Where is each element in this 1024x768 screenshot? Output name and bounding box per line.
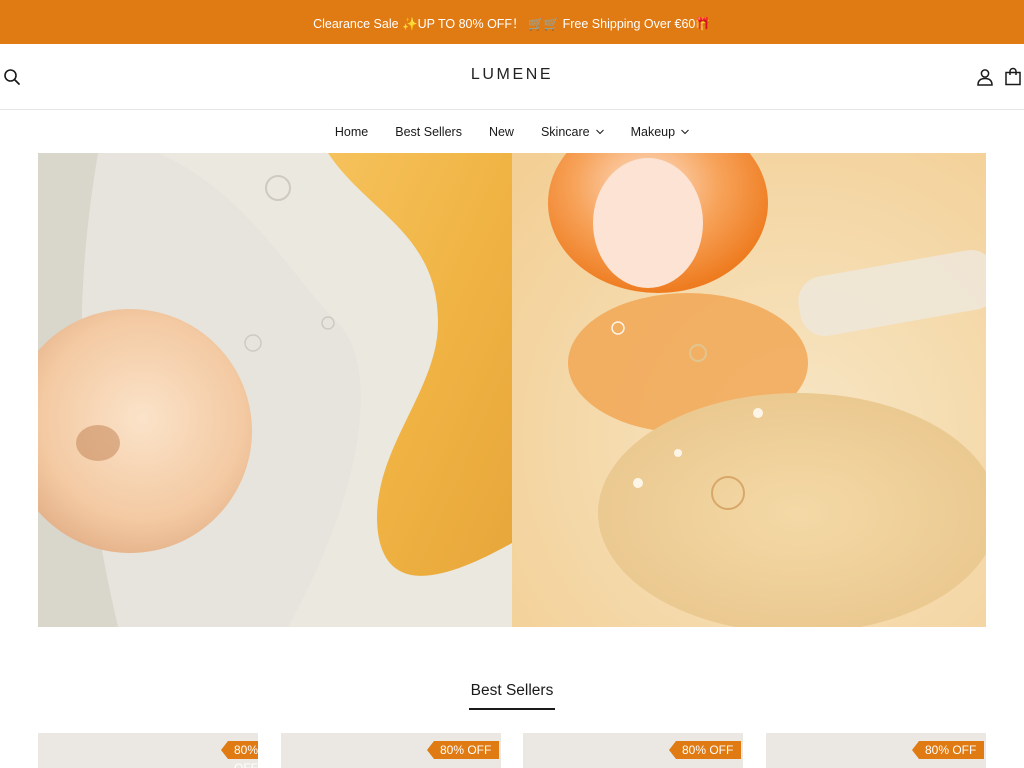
product-card[interactable]: 80% OFF xyxy=(766,733,986,768)
announcement-bar: Clearance Sale ✨UP TO 80% OFF！ 🛒🛒 Free S… xyxy=(0,0,1024,44)
main-navigation: Home Best Sellers New Skincare Makeup xyxy=(0,111,1024,153)
nav-item-label: Skincare xyxy=(540,125,590,139)
nav-item-home[interactable]: Home xyxy=(335,125,368,139)
chevron-down-icon xyxy=(681,129,689,135)
best-sellers-heading: Best Sellers xyxy=(470,682,554,699)
nav-item-label: Best Sellers xyxy=(395,125,462,139)
site-header: LUMENE xyxy=(0,44,1024,110)
nav-item-makeup[interactable]: Makeup xyxy=(631,125,689,139)
chevron-down-icon xyxy=(595,129,604,135)
hero-image xyxy=(38,153,986,627)
product-card[interactable]: 80% OFF xyxy=(38,733,258,768)
nav-item-new[interactable]: New xyxy=(489,125,514,139)
nav-item-label: Makeup xyxy=(630,125,676,139)
product-card[interactable]: 80% OFF xyxy=(281,733,501,768)
discount-badge: 80% OFF xyxy=(426,741,500,759)
nav-item-skincare[interactable]: Skincare xyxy=(541,125,604,139)
discount-badge: 80% OFF xyxy=(220,741,258,768)
product-card[interactable]: 80% OFF xyxy=(523,733,743,768)
shopping-bag-icon[interactable] xyxy=(1004,67,1022,86)
hero-banner[interactable] xyxy=(38,153,986,627)
user-icon[interactable] xyxy=(976,68,994,86)
heading-underline xyxy=(469,708,555,710)
nav-item-label: Home xyxy=(334,125,369,139)
nav-item-label: New xyxy=(488,125,514,139)
announcement-text: Clearance Sale ✨UP TO 80% OFF！ 🛒🛒 Free S… xyxy=(313,16,711,31)
discount-badge: 80% OFF xyxy=(668,741,742,759)
site-logo[interactable]: LUMENE xyxy=(0,66,1024,84)
nav-item-best-sellers[interactable]: Best Sellers xyxy=(395,125,462,139)
discount-badge: 80% OFF xyxy=(911,741,985,759)
